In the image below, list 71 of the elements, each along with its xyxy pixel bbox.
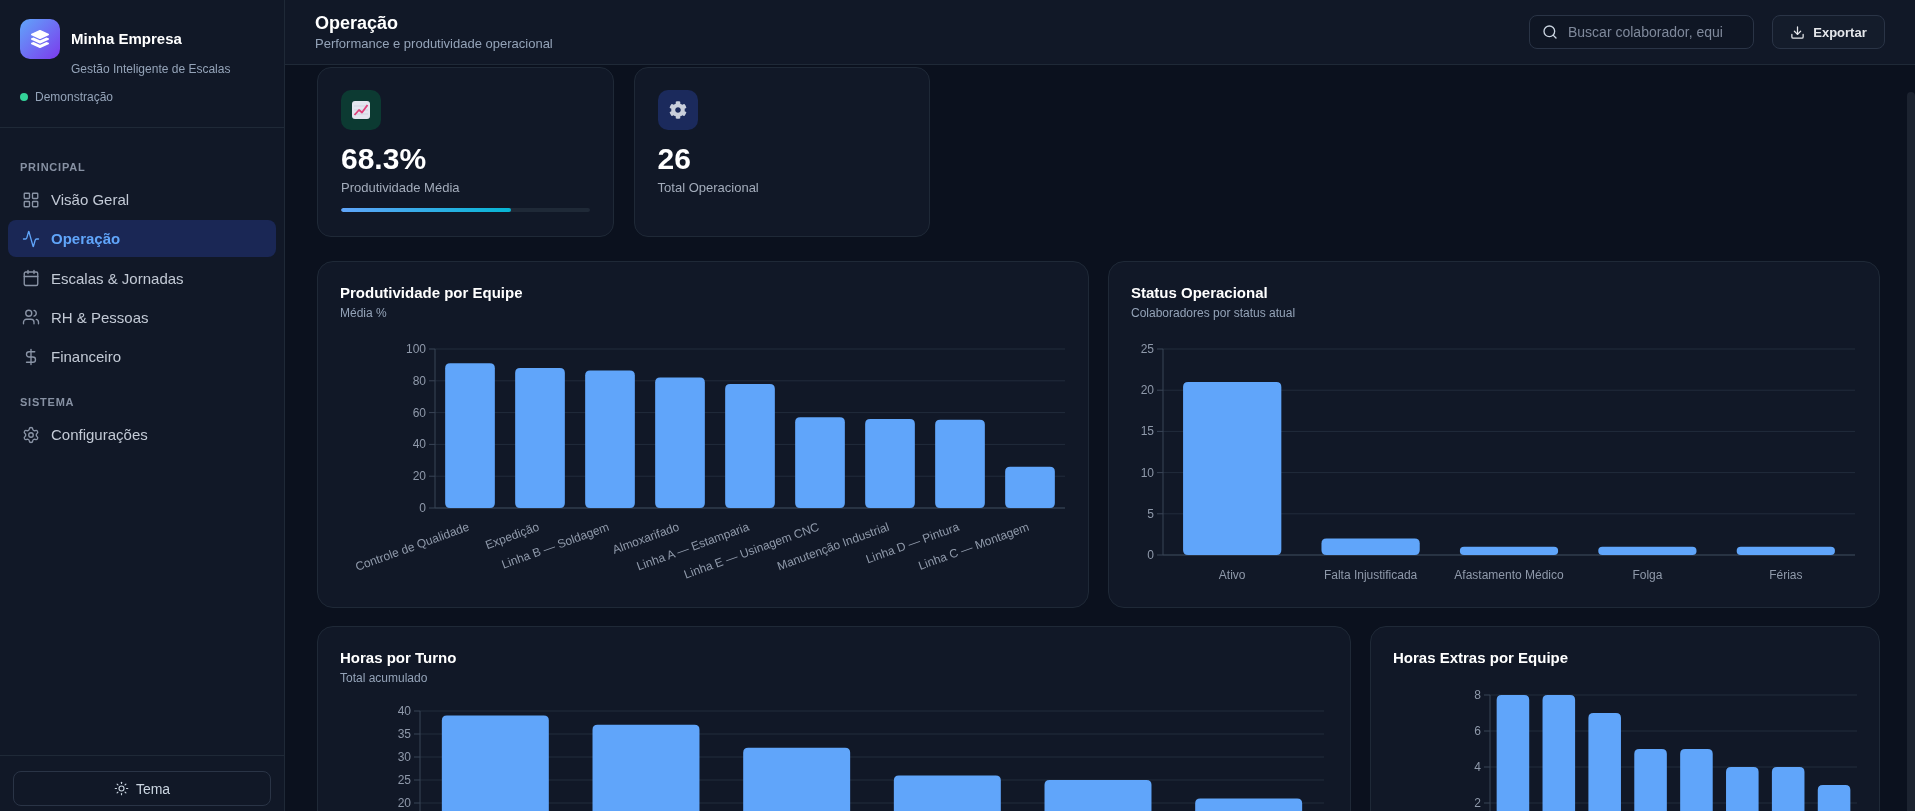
brand-name: Minha Empresa — [71, 29, 183, 49]
y-tick-label: 30 — [397, 750, 411, 764]
chart-title: Status Operacional — [1131, 283, 1269, 303]
y-tick-label: 60 — [412, 405, 426, 420]
calendar-icon — [22, 269, 40, 288]
y-tick-label: 8 — [1474, 688, 1481, 702]
nav-item[interactable]: Financeiro — [8, 338, 276, 376]
bar — [1771, 767, 1805, 811]
y-tick-label: 35 — [397, 727, 411, 741]
category-label: Férias — [1769, 568, 1803, 582]
kpi-value: 26 — [657, 142, 692, 176]
chart-subtitle: Colaboradores por status atual — [1131, 305, 1297, 321]
y-tick-label: 40 — [397, 704, 411, 718]
category-label: Ativo — [1218, 568, 1246, 582]
chart-subtitle: Total acumulado — [340, 670, 429, 686]
chart-title: Horas Extras por Equipe — [1393, 648, 1570, 668]
search-field[interactable]: Buscar colaborador, equi — [1529, 15, 1754, 49]
section-title: PRINCIPAL — [19, 160, 87, 174]
kpi-value: 68.3% — [341, 142, 428, 176]
y-tick-label: 20 — [397, 796, 411, 810]
y-tick-label: 20 — [1140, 383, 1154, 398]
people-icon — [22, 308, 40, 327]
y-tick-label: 10 — [1140, 465, 1154, 480]
y-tick-label: 20 — [412, 469, 426, 484]
y-tick-label: 5 — [1147, 506, 1154, 521]
nav-item[interactable]: Visão Geral — [8, 181, 276, 218]
bar — [1817, 785, 1851, 811]
category-label: Afastamento Médico — [1454, 568, 1564, 582]
download-icon — [1790, 24, 1806, 40]
nav-item[interactable]: RH & Pessoas — [8, 298, 276, 336]
y-tick-label: 80 — [412, 373, 426, 388]
y-tick-label: 6 — [1474, 724, 1481, 738]
bar — [1005, 466, 1055, 508]
section-title: SISTEMA — [19, 395, 76, 410]
y-tick-label: 4 — [1474, 760, 1481, 774]
sun-icon — [113, 781, 129, 796]
chart-title: Produtividade por Equipe — [340, 283, 524, 303]
page-subtitle: Performance e produtividade operacional — [315, 36, 553, 52]
y-tick-label: 15 — [1140, 424, 1154, 439]
page-title: Operação — [315, 12, 400, 34]
y-tick-label: 0 — [1147, 548, 1154, 562]
chart-icon — [341, 90, 381, 130]
category-label: Folga — [1632, 568, 1663, 582]
bar — [1726, 767, 1759, 811]
y-tick-label: 25 — [397, 773, 411, 787]
nav-item[interactable]: Operação — [8, 220, 276, 258]
category-label: Falta Injustificada — [1323, 568, 1418, 582]
chart-title: Horas por Turno — [340, 648, 458, 668]
pulse-icon — [22, 229, 40, 248]
brand-tagline: Gestão Inteligente de Escalas — [71, 61, 231, 77]
chart-subtitle: Média % — [340, 305, 388, 321]
nav-item[interactable]: Escalas & Jornadas — [8, 259, 276, 297]
theme-button[interactable]: Tema — [13, 771, 271, 806]
status-dot-icon — [20, 93, 28, 101]
y-tick-label: 0 — [419, 501, 426, 515]
settings-icon — [22, 425, 40, 444]
export-button[interactable]: Exportar — [1772, 15, 1885, 49]
kpi-label: Produtividade Média — [341, 179, 461, 197]
y-tick-label: 100 — [405, 342, 426, 356]
y-tick-label: 2 — [1474, 796, 1481, 810]
bar — [1634, 749, 1667, 811]
search-icon — [1542, 24, 1558, 40]
gear-icon — [657, 90, 698, 130]
bar — [1680, 749, 1713, 811]
mode-label: Demonstração — [35, 89, 114, 105]
layers-logo-icon — [20, 19, 60, 59]
grid-icon — [22, 190, 40, 209]
nav-item[interactable]: Configurações — [8, 416, 276, 454]
y-tick-label: 25 — [1140, 342, 1154, 356]
kpi-label: Total Operacional — [657, 179, 760, 197]
y-tick-label: 40 — [412, 437, 426, 452]
